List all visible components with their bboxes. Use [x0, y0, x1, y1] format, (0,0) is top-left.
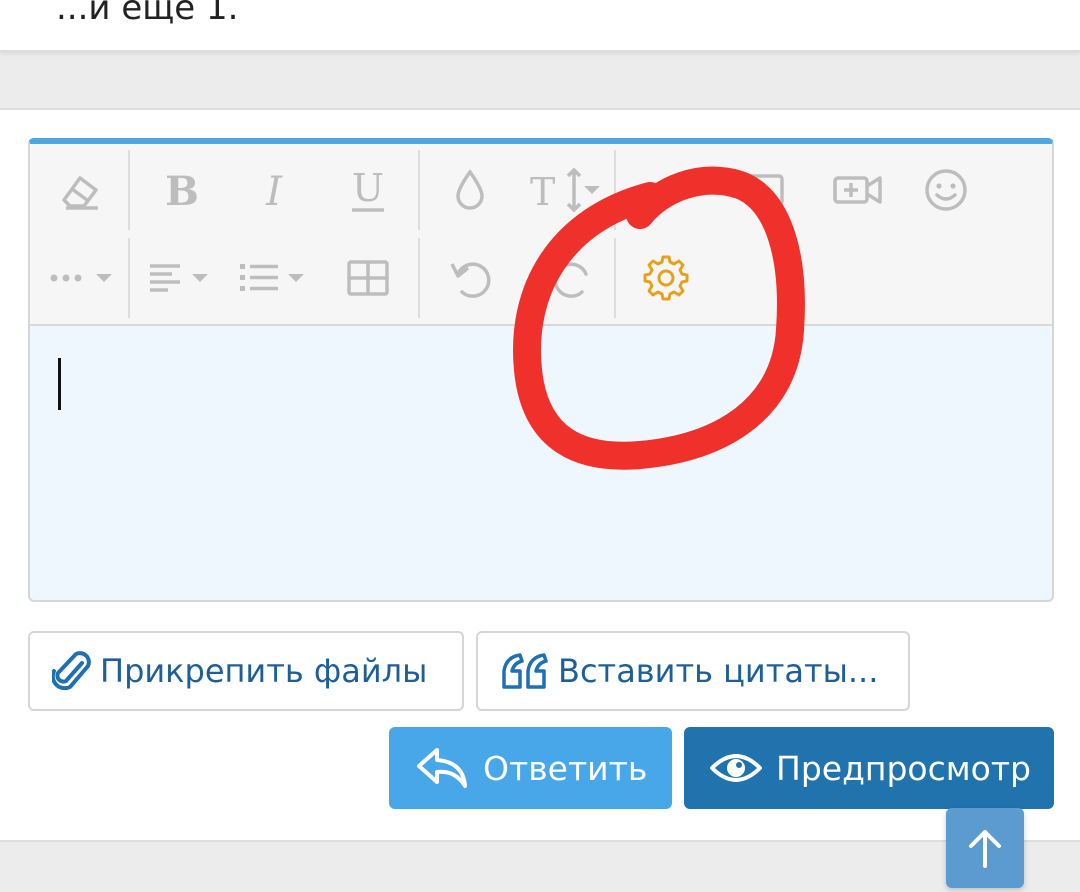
toolbar-separator: [418, 150, 420, 230]
scroll-to-top-button[interactable]: [946, 808, 1024, 888]
eye-icon: [710, 754, 762, 782]
arrow-up-icon: [969, 830, 1001, 868]
italic-icon: I: [265, 169, 283, 214]
svg-text:B: B: [165, 168, 199, 214]
insert-quotes-label: Вставить цитаты...: [558, 652, 879, 690]
text-cursor: [58, 358, 61, 410]
reply-icon: [417, 748, 467, 788]
table-button[interactable]: [336, 246, 400, 310]
font-size-button[interactable]: T: [526, 158, 606, 222]
video-icon: [833, 176, 882, 204]
list-icon: [240, 264, 304, 291]
settings-button[interactable]: [634, 246, 698, 310]
align-button[interactable]: [146, 246, 222, 310]
emoji-button[interactable]: [914, 158, 978, 222]
more-replies-link[interactable]: ...и еще 1.: [56, 0, 238, 28]
insert-quotes-button[interactable]: Вставить цитаты...: [476, 631, 910, 711]
table-icon: [347, 260, 389, 296]
gear-icon: [643, 255, 689, 301]
svg-text:U: U: [352, 166, 384, 210]
preview-button[interactable]: Предпросмотр: [684, 727, 1054, 809]
font-size-icon: T: [530, 167, 600, 214]
undo-button[interactable]: [438, 246, 502, 310]
emoji-icon: [925, 169, 967, 211]
redo-button[interactable]: [542, 246, 606, 310]
align-icon: [150, 264, 208, 292]
quote-icon: [502, 653, 548, 689]
redo-icon: [553, 262, 588, 298]
toolbar-separator: [418, 238, 420, 318]
eraser-icon: [62, 176, 98, 210]
toolbar-separator: [614, 238, 616, 318]
more-options-icon: [50, 274, 112, 282]
preview-label: Предпросмотр: [776, 748, 1031, 788]
attach-files-button[interactable]: Прикрепить файлы: [28, 631, 464, 711]
toolbar-separator: [128, 150, 130, 230]
attach-files-label: Прикрепить файлы: [100, 652, 428, 690]
svg-text:T: T: [530, 170, 555, 214]
more-options-button[interactable]: [46, 246, 122, 310]
link-icon: [649, 177, 691, 203]
link-button[interactable]: [638, 158, 702, 222]
text-color-button[interactable]: [438, 158, 502, 222]
image-button[interactable]: [732, 158, 796, 222]
italic-button[interactable]: I: [242, 158, 306, 222]
bold-icon: B: [165, 168, 199, 214]
list-button[interactable]: [236, 246, 316, 310]
editor-toolbar: B I U T: [30, 144, 1052, 326]
reply-label: Ответить: [483, 748, 648, 788]
reply-button[interactable]: Ответить: [389, 727, 672, 809]
eraser-button[interactable]: [48, 158, 112, 222]
underline-button[interactable]: U: [336, 158, 400, 222]
underline-icon: U: [352, 166, 384, 212]
paperclip-icon: [52, 651, 91, 691]
video-button[interactable]: [826, 158, 890, 222]
message-editor[interactable]: B I U T: [28, 138, 1054, 602]
svg-text:I: I: [265, 169, 283, 214]
toolbar-separator: [614, 150, 616, 230]
undo-icon: [450, 262, 491, 298]
toolbar-separator: [128, 238, 130, 318]
text-color-icon: [456, 169, 484, 210]
bold-button[interactable]: B: [150, 158, 214, 222]
image-icon: [744, 174, 784, 206]
previous-post-card: ...и еще 1.: [0, 0, 1080, 52]
